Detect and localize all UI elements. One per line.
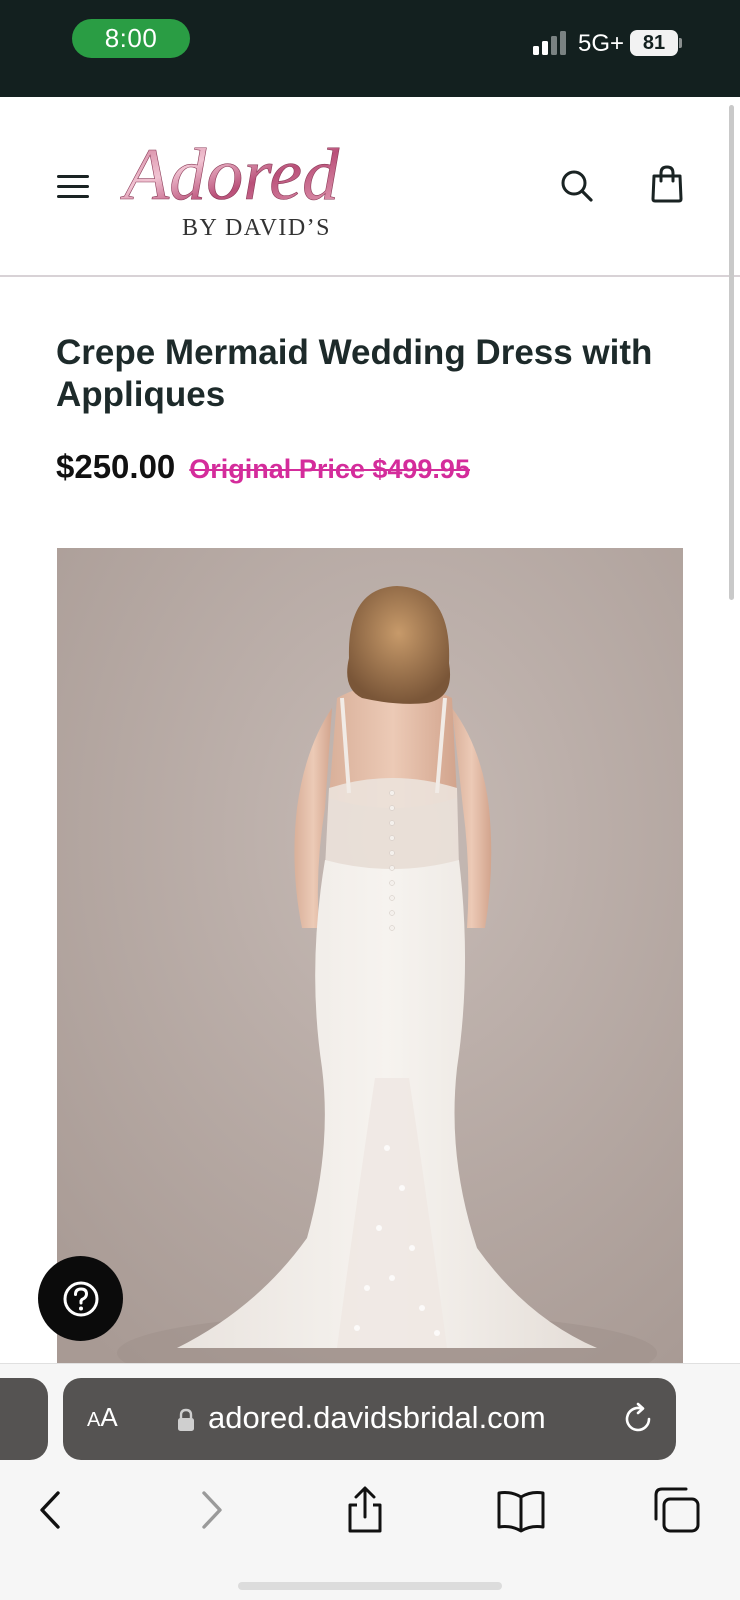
battery-icon: 81 [630, 30, 682, 56]
bookmarks-icon[interactable] [496, 1485, 546, 1535]
site-logo[interactable]: Adored BY DAVID’S [120, 127, 410, 247]
shopping-bag-icon[interactable] [650, 165, 684, 203]
logo-script: Adored [120, 134, 340, 217]
reader-options-button[interactable]: AA [87, 1402, 118, 1433]
price-row: $250.00 Original Price $499.95 [56, 448, 470, 486]
screen: 8:00 5G+ 81 Adored BY DAVID’S Crepe Merm… [0, 0, 740, 1600]
product-title: Crepe Mermaid Wedding Dress with Appliqu… [56, 333, 653, 414]
site-header: Adored BY DAVID’S [0, 97, 740, 277]
menu-icon[interactable] [57, 175, 89, 199]
cellular-signal-icon [533, 31, 566, 55]
search-icon[interactable] [560, 169, 594, 203]
browser-chrome: AA adored.davidsbridal.com [0, 1363, 740, 1600]
battery-level: 81 [630, 30, 678, 56]
original-price: Original Price $499.95 [189, 454, 470, 484]
url-text: adored.davidsbridal.com [208, 1400, 546, 1435]
question-mark-icon [63, 1281, 98, 1316]
address-bar[interactable]: AA adored.davidsbridal.com [63, 1378, 676, 1460]
svg-text:Adored: Adored [120, 134, 340, 216]
back-icon[interactable] [26, 1485, 76, 1535]
status-time: 8:00 [72, 19, 190, 58]
network-type: 5G+ [578, 30, 625, 57]
sale-price: $250.00 [56, 448, 176, 485]
battery-cap [679, 38, 682, 48]
browser-toolbar [0, 1467, 740, 1557]
status-bar: 8:00 5G+ 81 [0, 0, 740, 97]
dress-photo [57, 548, 683, 1363]
share-icon[interactable] [340, 1485, 390, 1535]
home-indicator[interactable] [238, 1582, 502, 1590]
help-button[interactable] [38, 1256, 123, 1341]
forward-icon[interactable] [186, 1485, 236, 1535]
reload-icon[interactable] [621, 1402, 655, 1436]
lock-icon [178, 1408, 194, 1431]
page-scrollbar[interactable] [729, 105, 734, 600]
logo-subtitle: BY DAVID’S [182, 215, 332, 241]
product-image[interactable] [57, 548, 683, 1363]
previous-tab[interactable] [0, 1378, 48, 1460]
tabs-icon[interactable] [652, 1485, 702, 1535]
